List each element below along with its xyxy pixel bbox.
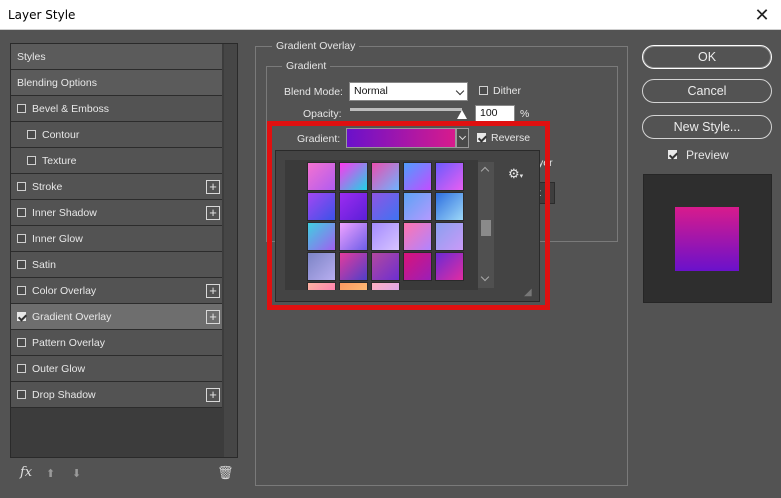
styles-panel: Styles Blending Options Bevel & Emboss Cont…: [10, 43, 238, 458]
style-checkbox[interactable]: [17, 390, 26, 399]
style-checkbox[interactable]: [27, 130, 36, 139]
style-checkbox[interactable]: [17, 104, 26, 113]
style-item-drop-shadow[interactable]: Drop Shadow +: [11, 382, 222, 408]
style-checkbox[interactable]: [17, 286, 26, 295]
styles-list: Styles Blending Options Bevel & Emboss Cont…: [11, 44, 222, 408]
style-checkbox[interactable]: [17, 208, 26, 217]
ok-button[interactable]: OK: [642, 45, 772, 69]
fx-menu-button[interactable]: fx: [20, 465, 32, 480]
style-checkbox[interactable]: [17, 234, 26, 243]
style-item-gradient-overlay[interactable]: Gradient Overlay +: [11, 304, 222, 330]
move-up-icon[interactable]: ⬆: [46, 467, 55, 480]
chevron-down-icon: [455, 86, 465, 96]
move-down-icon[interactable]: ⬇: [72, 467, 81, 480]
style-checkbox[interactable]: [17, 364, 26, 373]
style-item-satin[interactable]: Satin: [11, 252, 222, 278]
style-item-bevel-emboss[interactable]: Bevel & Emboss: [11, 96, 222, 122]
add-effect-button[interactable]: +: [206, 310, 220, 324]
preview-checkbox[interactable]: [668, 150, 677, 159]
style-item-blending-options[interactable]: Blending Options: [11, 70, 222, 96]
style-item-label: Gradient Overlay: [32, 310, 112, 323]
style-item-texture[interactable]: Texture: [11, 148, 222, 174]
style-item-label: Bevel & Emboss: [32, 102, 110, 115]
style-item-stroke[interactable]: Stroke +: [11, 174, 222, 200]
style-checkbox[interactable]: [17, 260, 26, 269]
style-item-label: Color Overlay: [32, 284, 97, 297]
style-checkbox[interactable]: [17, 312, 26, 321]
blend-mode-label: Blend Mode:: [284, 86, 343, 98]
style-item-label: Pattern Overlay: [32, 336, 105, 349]
style-item-label: Inner Shadow: [32, 206, 97, 219]
style-item-label: Texture: [42, 154, 77, 167]
opacity-slider-track[interactable]: [350, 108, 462, 111]
style-item-label: Contour: [42, 128, 80, 141]
opacity-unit: %: [520, 108, 530, 120]
blend-mode-select[interactable]: Normal: [349, 82, 468, 101]
add-effect-button[interactable]: +: [206, 206, 220, 220]
cancel-button[interactable]: Cancel: [642, 79, 772, 103]
preview-label: Preview: [686, 148, 729, 162]
style-item-inner-glow[interactable]: Inner Glow: [11, 226, 222, 252]
styles-scrollbar[interactable]: [224, 44, 237, 457]
blend-mode-value: Normal: [354, 85, 388, 97]
add-effect-button[interactable]: +: [206, 388, 220, 402]
style-item-label: Drop Shadow: [32, 388, 96, 401]
style-item-label: Inner Glow: [32, 232, 83, 245]
style-item-label: Blending Options: [17, 76, 97, 89]
style-item-inner-shadow[interactable]: Inner Shadow +: [11, 200, 222, 226]
close-icon[interactable]: ✕: [751, 4, 773, 26]
opacity-label: Opacity:: [303, 108, 342, 120]
new-style-button[interactable]: New Style...: [642, 115, 772, 139]
trash-icon[interactable]: 🗑: [217, 465, 234, 481]
style-item-pattern-overlay[interactable]: Pattern Overlay: [11, 330, 222, 356]
title-bar: Layer Style ✕: [0, 0, 781, 30]
style-item-label: Styles: [17, 50, 46, 63]
opacity-slider-thumb[interactable]: [457, 110, 467, 119]
style-item-label: Outer Glow: [32, 362, 86, 375]
style-item-outer-glow[interactable]: Outer Glow: [11, 356, 222, 382]
style-checkbox[interactable]: [17, 338, 26, 347]
style-item-color-overlay[interactable]: Color Overlay +: [11, 278, 222, 304]
subgroup-title: Gradient: [282, 60, 331, 72]
style-item-contour[interactable]: Contour: [11, 122, 222, 148]
style-checkbox[interactable]: [17, 182, 26, 191]
opacity-input[interactable]: 100: [475, 105, 515, 122]
add-effect-button[interactable]: +: [206, 180, 220, 194]
style-item-label: Satin: [32, 258, 56, 271]
section-title: Gradient Overlay: [272, 40, 360, 52]
red-highlight-box: [267, 121, 550, 310]
dither-checkbox[interactable]: [479, 86, 488, 95]
add-effect-button[interactable]: +: [206, 284, 220, 298]
preview-swatch: [675, 207, 739, 271]
styles-footer: fx ⬆ ⬇ 🗑: [10, 463, 238, 487]
style-item-styles[interactable]: Styles: [11, 44, 222, 70]
style-checkbox[interactable]: [27, 156, 36, 165]
style-item-label: Stroke: [32, 180, 63, 193]
window-title: Layer Style: [8, 8, 76, 22]
dither-label: Dither: [493, 85, 522, 97]
